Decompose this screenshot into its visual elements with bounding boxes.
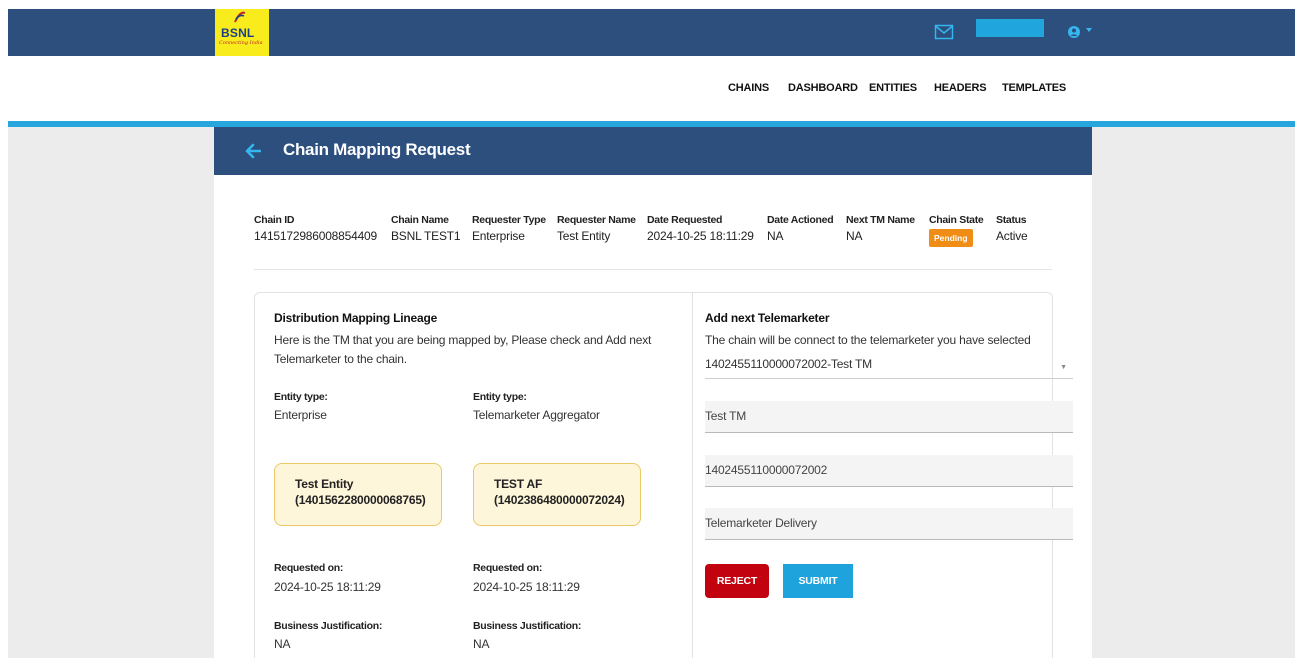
left-requested-label: Requested on: [274,562,344,574]
tm-id-field[interactable]: 1402455110000072002 [705,455,1073,487]
summary-value: NA [846,229,863,243]
telemarketer-select-value: 1402455110000072002-Test TM [705,357,872,371]
logo-tagline: Connecting India [219,40,263,46]
summary-value: 2024-10-25 18:11:29 [647,229,754,243]
summary-label: Date Requested [647,214,723,226]
chain-mapping-card: Chain Mapping Request Chain ID 141517298… [214,127,1092,658]
lineage-description-line2: Telemarketer to the chain. [274,352,407,366]
right-justification-label: Business Justification: [473,620,582,632]
lineage-node-test-af: TEST AF (1402386480000072024) [473,463,641,526]
tm-name-field[interactable]: Test TM [705,401,1073,433]
status-badge: Pending [929,229,973,247]
left-requested-value: 2024-10-25 18:11:29 [274,580,381,594]
summary-label: Chain ID [254,214,295,226]
add-tm-heading: Add next Telemarketer [705,311,830,325]
mail-icon[interactable] [934,24,954,40]
mapping-panel: Distribution Mapping Lineage Here is the… [254,292,1073,658]
summary-value: 1415172986008854409 [254,229,378,243]
caret-down-icon[interactable] [1086,27,1092,33]
right-entity-type-value: Telemarketer Aggregator [473,408,600,422]
summary-value: Enterprise [472,229,525,243]
summary-chain-state: Chain State Pending [929,214,984,247]
summary-value: Active [996,229,1028,243]
summary-status: Status Active [996,214,1028,243]
node-id: (1401562280000068765) [295,493,426,507]
left-justification-label: Business Justification: [274,620,383,632]
lineage-description-line1: Here is the TM that you are being mapped… [274,333,652,347]
avatar-icon[interactable] [1067,25,1081,39]
lineage-heading: Distribution Mapping Lineage [274,311,438,325]
nav-entities[interactable]: ENTITIES [869,82,917,94]
node-title: Test Entity [295,477,354,491]
right-justification-value: NA [473,637,490,651]
telemarketer-select[interactable]: 1402455110000072002-Test TM ▼ [705,351,1073,379]
left-entity-type-label: Entity type: [274,391,328,403]
summary-next-tm-name: Next TM Name NA [846,214,915,243]
summary-requester-name: Requester Name Test Entity [557,214,636,243]
summary-date-actioned: Date Actioned NA [767,214,834,243]
right-entity-type-label: Entity type: [473,391,527,403]
summary-value: NA [767,229,784,243]
right-requested-value: 2024-10-25 18:11:29 [473,580,580,594]
node-title: TEST AF [494,477,543,491]
summary-date-requested: Date Requested 2024-10-25 18:11:29 [647,214,754,243]
lineage-node-test-entity: Test Entity (1401562280000068765) [274,463,442,526]
logo-mark-icon [234,11,246,23]
reject-button[interactable]: REJECT [705,564,769,598]
nav-chains[interactable]: CHAINS [728,82,769,94]
right-requested-label: Requested on: [473,562,543,574]
summary-value: BSNL TEST1 [391,229,461,243]
nav-templates[interactable]: TEMPLATES [1002,82,1066,94]
summary-label: Status [996,214,1027,226]
chevron-down-icon: ▼ [1060,364,1067,371]
card-header: Chain Mapping Request [214,127,1092,175]
summary-chain-name: Chain Name BSNL TEST1 [391,214,461,243]
main-nav: CHAINS DASHBOARD ENTITIES HEADERS TEMPLA… [0,82,1303,96]
user-name-chip[interactable] [976,19,1044,37]
node-id: (1402386480000072024) [494,493,625,507]
submit-button[interactable]: SUBMIT [783,564,853,598]
left-justification-value: NA [274,637,291,651]
page-title: Chain Mapping Request [283,140,471,159]
logo-name: BSNL [221,26,255,40]
summary-label: Date Actioned [767,214,834,226]
divider [254,269,1052,270]
nav-dashboard[interactable]: DASHBOARD [788,82,858,94]
summary-value: Test Entity [557,229,611,243]
summary-label: Requester Name [557,214,636,226]
nav-headers[interactable]: HEADERS [934,82,987,94]
tm-type-field[interactable]: Telemarketer Delivery [705,508,1073,540]
summary-requester-type: Requester Type Enterprise [472,214,546,243]
left-entity-type-value: Enterprise [274,408,327,422]
summary-label: Requester Type [472,214,546,226]
back-arrow-icon[interactable] [245,143,261,159]
summary-label: Chain Name [391,214,449,226]
summary-chain-id: Chain ID 1415172986008854409 [254,214,377,243]
panel-divider [692,293,693,658]
bsnl-logo[interactable]: BSNL Connecting India [215,9,269,56]
summary-label: Next TM Name [846,214,915,226]
top-app-bar: BSNL Connecting India [8,9,1295,56]
summary-label: Chain State [929,214,984,226]
add-tm-description: The chain will be connect to the telemar… [705,333,1031,347]
